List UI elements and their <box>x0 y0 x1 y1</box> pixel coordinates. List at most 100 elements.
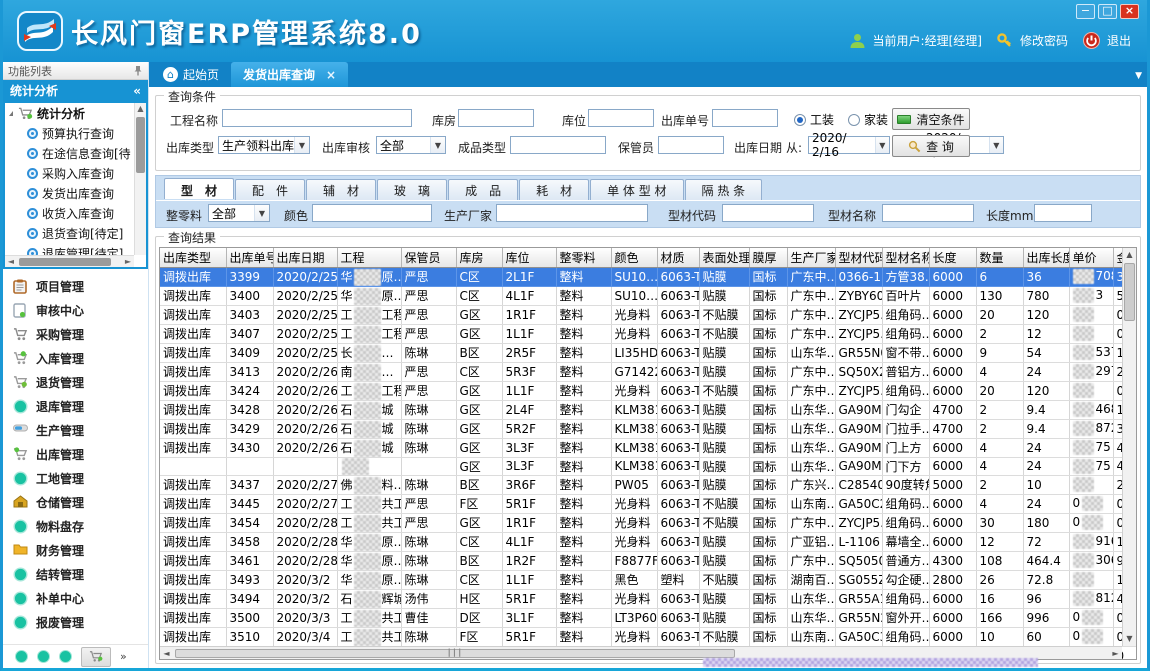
table-row[interactable]: 调拨出库34582020/2/28华原…陈琳C区4L1F整料光身料6063-T5… <box>160 532 1137 551</box>
table-row[interactable]: 调拨出库34092020/2/25长…陈琳B区2R5F整料LI35HD6063-… <box>160 343 1137 362</box>
audit-combo[interactable]: 全部▼ <box>376 136 446 154</box>
radio-gongzhuang[interactable]: 工装 <box>794 111 834 128</box>
whole-part-combo[interactable]: 全部▼ <box>208 204 270 222</box>
table-row[interactable]: 调拨出库35102020/3/4工共工程陈琳F区5R1F整料光身料6063-T5… <box>160 627 1137 646</box>
column-header-材质[interactable]: 材质 <box>657 248 699 267</box>
tree-item-发货出库查询[interactable]: 发货出库查询 <box>5 183 134 203</box>
column-header-颜色[interactable]: 颜色 <box>611 248 657 267</box>
column-header-膜厚[interactable]: 膜厚 <box>749 248 787 267</box>
module-dot-icon[interactable] <box>37 650 50 663</box>
change-password-link[interactable]: 修改密码 <box>1020 32 1068 49</box>
close-button[interactable]: × <box>1120 4 1139 19</box>
material-tab-型材[interactable]: 型 材 <box>164 178 234 199</box>
material-tab-成品[interactable]: 成 品 <box>448 179 518 200</box>
tree-vscroll-thumb[interactable] <box>136 117 145 173</box>
expand-icon[interactable] <box>9 111 13 116</box>
table-row[interactable]: 调拨出库34132020/2/26南…严思C区5R3F整料G714226063-… <box>160 362 1137 381</box>
tree-item-在途信息查询[待[interactable]: 在途信息查询[待 <box>5 143 134 163</box>
column-header-数量[interactable]: 数量 <box>976 248 1023 267</box>
material-tab-辅材[interactable]: 辅 材 <box>306 179 376 200</box>
tab-起始页[interactable]: ⌂起始页 <box>151 62 231 87</box>
table-row[interactable]: 调拨出库34072020/2/25工工程严思G区1L1F整料光身料6063-T5… <box>160 324 1137 343</box>
radio-jiazhuang[interactable]: 家装 <box>848 111 888 128</box>
table-row[interactable]: 调拨出库34282020/2/26石城陈琳G区2L4F整料KLM38176063… <box>160 400 1137 419</box>
sidebar-module-补单中心[interactable]: 补单中心 <box>3 586 148 610</box>
color-input[interactable] <box>312 204 432 222</box>
product-type-input[interactable] <box>510 136 606 154</box>
tab-close-icon[interactable]: × <box>326 68 336 82</box>
table-row[interactable]: 调拨出库35002020/3/3工共工程曹佳D区3L1F整料LT3P606063… <box>160 608 1137 627</box>
length-input[interactable] <box>1034 204 1092 222</box>
sidebar-module-项目管理[interactable]: 项目管理 <box>3 274 148 298</box>
grid-hscroll-thumb[interactable]: ┃┃┃ <box>175 649 735 658</box>
minimize-button[interactable]: − <box>1076 4 1095 19</box>
table-row[interactable]: 调拨出库34002020/2/25华原…严思C区4L1F整料SU10…6063-… <box>160 286 1137 305</box>
column-header-整零料[interactable]: 整零料 <box>556 248 611 267</box>
tree-root-item[interactable]: 统计分析 <box>5 103 134 123</box>
out-type-combo[interactable]: 生产领料出库▼ <box>218 136 310 154</box>
maximize-button[interactable]: □ <box>1098 4 1117 19</box>
logout-button[interactable]: 退出 <box>1107 32 1131 49</box>
material-tab-耗材[interactable]: 耗 材 <box>519 179 589 200</box>
column-header-长度[interactable]: 长度 <box>929 248 976 267</box>
column-header-库位[interactable]: 库位 <box>502 248 556 267</box>
column-header-保管员[interactable]: 保管员 <box>401 248 456 267</box>
table-row[interactable]: 调拨出库34032020/2/25工工程严思G区1R1F整料光身料6063-T5… <box>160 305 1137 324</box>
table-row[interactable]: 调拨出库33992020/2/25华原…严思C区2L1F整料SU10…6063-… <box>160 267 1137 286</box>
tree-item-采购入库查询[interactable]: 采购入库查询 <box>5 163 134 183</box>
clear-conditions-button[interactable]: 清空条件 <box>892 108 970 130</box>
tree-vscrollbar[interactable]: ▲ <box>134 103 146 255</box>
column-header-生产厂家[interactable]: 生产厂家 <box>787 248 835 267</box>
tree-hscrollbar[interactable]: ◄► <box>5 255 134 267</box>
table-row[interactable]: 调拨出库34452020/2/27工共工程严思F区5R1F整料光身料6063-T… <box>160 494 1137 513</box>
sidebar-module-退货管理[interactable]: 退货管理 <box>3 370 148 394</box>
sidebar-module-采购管理[interactable]: 采购管理 <box>3 322 148 346</box>
sidebar-module-物料盘存[interactable]: 物料盘存 <box>3 514 148 538</box>
tree-item-退库管理[待定][interactable]: 退库管理[待定] <box>5 243 134 255</box>
material-tab-隔热条[interactable]: 隔 热 条 <box>685 179 763 200</box>
table-row[interactable]: G区3L3F整料KLM38176063-T5贴膜国标山东华…GA90M09…门下… <box>160 457 1137 475</box>
module-dot-icon[interactable] <box>15 650 28 663</box>
profile-code-input[interactable] <box>722 204 814 222</box>
table-row[interactable]: 调拨出库34942020/3/2石辉城汤伟H区5R1F整料光身料6063-T5贴… <box>160 589 1137 608</box>
more-chevron[interactable]: » <box>120 650 127 663</box>
column-header-型材代码[interactable]: 型材代码 <box>835 248 882 267</box>
table-row[interactable]: 调拨出库34542020/2/28工共工程严思G区1R1F整料光身料6063-T… <box>160 513 1137 532</box>
tab-list-dropdown-icon[interactable]: ▼ <box>1135 71 1142 81</box>
tree-hscroll-thumb[interactable] <box>19 258 111 266</box>
tree-item-退货查询[待定][interactable]: 退货查询[待定] <box>5 223 134 243</box>
sidebar-module-财务管理[interactable]: 财务管理 <box>3 538 148 562</box>
column-header-表面处理[interactable]: 表面处理 <box>699 248 749 267</box>
sidebar-module-出库管理[interactable]: 出库管理 <box>3 442 148 466</box>
tree-item-收货入库查询[interactable]: 收货入库查询 <box>5 203 134 223</box>
sidebar-module-审核中心[interactable]: 审核中心 <box>3 298 148 322</box>
profile-name-input[interactable] <box>882 204 974 222</box>
column-header-库房[interactable]: 库房 <box>456 248 502 267</box>
sidebar-section-header[interactable]: 统计分析 <box>10 82 58 99</box>
material-tab-玻璃[interactable]: 玻 璃 <box>377 179 447 200</box>
column-header-单价[interactable]: 单价 <box>1069 248 1113 267</box>
sidebar-module-仓储管理[interactable]: 仓储管理 <box>3 490 148 514</box>
collapse-icon[interactable]: « <box>133 84 141 98</box>
table-row[interactable]: 调拨出库34302020/2/26石城陈琳G区3L3F整料KLM38176063… <box>160 438 1137 457</box>
maker-input[interactable] <box>496 204 648 222</box>
material-tab-配件[interactable]: 配 件 <box>235 179 305 200</box>
module-dot-icon[interactable] <box>59 650 72 663</box>
sidebar-module-生产管理[interactable]: 生产管理 <box>3 418 148 442</box>
search-button[interactable]: 查 询 <box>892 135 970 157</box>
column-header-工程[interactable]: 工程 <box>337 248 401 267</box>
pin-icon[interactable] <box>133 65 143 76</box>
project-name-input[interactable] <box>222 109 412 127</box>
keeper-input[interactable] <box>658 136 724 154</box>
order-no-input[interactable] <box>712 109 778 127</box>
column-header-出库单号[interactable]: 出库单号 <box>226 248 273 267</box>
column-header-出库类型[interactable]: 出库类型 <box>160 248 226 267</box>
column-header-出库日期[interactable]: 出库日期 <box>273 248 337 267</box>
sidebar-module-结转管理[interactable]: 结转管理 <box>3 562 148 586</box>
tree-item-预算执行查询[interactable]: 预算执行查询 <box>5 123 134 143</box>
material-tab-单体型材[interactable]: 单 体 型 材 <box>590 179 683 200</box>
column-header-型材名称[interactable]: 型材名称 <box>882 248 929 267</box>
column-header-出库长度[interactable]: 出库长度 <box>1023 248 1069 267</box>
tab-发货出库查询[interactable]: 发货出库查询× <box>231 62 348 87</box>
table-row[interactable]: 调拨出库34242020/2/26工工程严思G区1L1F整料光身料6063-T5… <box>160 381 1137 400</box>
